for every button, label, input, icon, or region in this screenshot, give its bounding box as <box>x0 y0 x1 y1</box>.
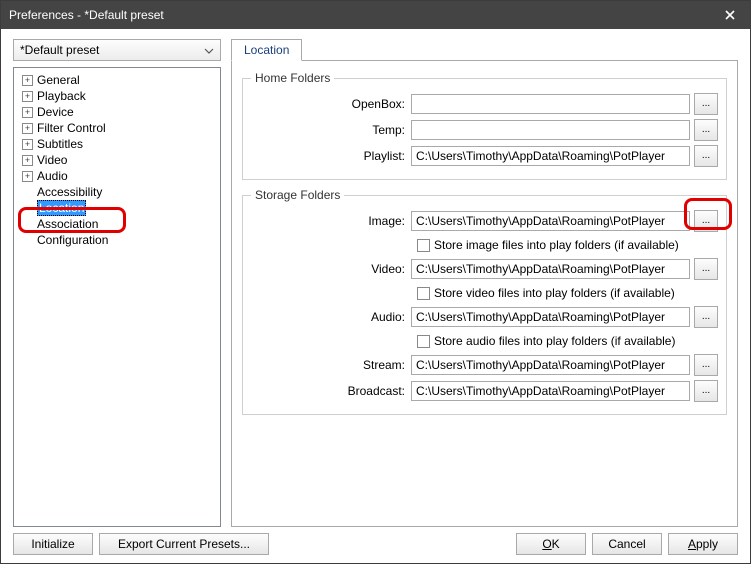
video-check-label: Store video files into play folders (if … <box>434 286 675 300</box>
audio-check-row[interactable]: Store audio files into play folders (if … <box>417 332 718 350</box>
right-column: Location Home Folders OpenBox: ... Temp: <box>231 39 738 527</box>
tree-label: Accessibility <box>37 185 102 199</box>
tree-label: Playback <box>37 89 86 103</box>
tree-item-configuration[interactable]: Configuration <box>16 232 218 248</box>
plus-icon[interactable]: + <box>22 123 33 134</box>
plus-icon[interactable]: + <box>22 139 33 150</box>
row-playlist: Playlist: C:\Users\Timothy\AppData\Roami… <box>251 145 718 167</box>
apply-button[interactable]: Apply <box>668 533 738 555</box>
tree-label: Location <box>37 200 86 216</box>
broadcast-browse-button[interactable]: ... <box>694 380 718 402</box>
image-check-label: Store image files into play folders (if … <box>434 238 679 252</box>
video-browse-button[interactable]: ... <box>694 258 718 280</box>
tree-label: Audio <box>37 169 68 183</box>
stream-label: Stream: <box>251 358 411 372</box>
storage-folders-group: Storage Folders Image: C:\Users\Timothy\… <box>242 188 727 415</box>
temp-browse-button[interactable]: ... <box>694 119 718 141</box>
audio-browse-button[interactable]: ... <box>694 306 718 328</box>
video-checkbox[interactable] <box>417 287 430 300</box>
tree-label: Video <box>37 153 67 167</box>
row-image: Image: C:\Users\Timothy\AppData\Roaming\… <box>251 210 718 232</box>
window-title: Preferences - *Default preset <box>9 8 716 22</box>
plus-icon[interactable]: + <box>22 171 33 182</box>
openbox-label: OpenBox: <box>251 97 411 111</box>
tree-label: Configuration <box>37 233 108 247</box>
openbox-input[interactable] <box>411 94 690 114</box>
tree-item-accessibility[interactable]: Accessibility <box>16 184 218 200</box>
tree-item-device[interactable]: + Device <box>16 104 218 120</box>
close-button[interactable] <box>716 4 744 26</box>
close-icon <box>725 10 735 20</box>
tree-label: Association <box>37 217 98 231</box>
audio-check-label: Store audio files into play folders (if … <box>434 334 675 348</box>
row-stream: Stream: C:\Users\Timothy\AppData\Roaming… <box>251 354 718 376</box>
tab-panel: Home Folders OpenBox: ... Temp: ... <box>231 60 738 527</box>
audio-input[interactable]: C:\Users\Timothy\AppData\Roaming\PotPlay… <box>411 307 690 327</box>
broadcast-label: Broadcast: <box>251 384 411 398</box>
preferences-window: Preferences - *Default preset *Default p… <box>0 0 751 564</box>
home-folders-legend: Home Folders <box>251 71 334 85</box>
tree-label: Filter Control <box>37 121 106 135</box>
ok-button[interactable]: OK <box>516 533 586 555</box>
video-input[interactable]: C:\Users\Timothy\AppData\Roaming\PotPlay… <box>411 259 690 279</box>
tree-label: Subtitles <box>37 137 83 151</box>
playlist-browse-button[interactable]: ... <box>694 145 718 167</box>
audio-checkbox[interactable] <box>417 335 430 348</box>
plus-icon[interactable]: + <box>22 155 33 166</box>
tabs: Location <box>231 39 738 61</box>
cancel-button[interactable]: Cancel <box>592 533 662 555</box>
tree-label: Device <box>37 105 74 119</box>
temp-label: Temp: <box>251 123 411 137</box>
tree-item-video[interactable]: + Video <box>16 152 218 168</box>
main-row: *Default preset + General + Playback + Devi… <box>13 39 738 527</box>
openbox-browse-button[interactable]: ... <box>694 93 718 115</box>
image-browse-button[interactable]: ... <box>694 210 718 232</box>
row-audio: Audio: C:\Users\Timothy\AppData\Roaming\… <box>251 306 718 328</box>
left-column: *Default preset + General + Playback + Devi… <box>13 39 221 527</box>
tree-label: General <box>37 73 80 87</box>
chevron-down-icon <box>204 43 214 57</box>
tree-item-audio[interactable]: + Audio <box>16 168 218 184</box>
row-temp: Temp: ... <box>251 119 718 141</box>
video-check-row[interactable]: Store video files into play folders (if … <box>417 284 718 302</box>
export-presets-button[interactable]: Export Current Presets... <box>99 533 269 555</box>
row-broadcast: Broadcast: C:\Users\Timothy\AppData\Roam… <box>251 380 718 402</box>
category-tree[interactable]: + General + Playback + Device + Filter Contr… <box>13 67 221 527</box>
audio-label: Audio: <box>251 310 411 324</box>
playlist-input[interactable]: C:\Users\Timothy\AppData\Roaming\PotPlay… <box>411 146 690 166</box>
tree-item-association[interactable]: Association <box>16 216 218 232</box>
tree-item-playback[interactable]: + Playback <box>16 88 218 104</box>
plus-icon[interactable]: + <box>22 75 33 86</box>
playlist-label: Playlist: <box>251 149 411 163</box>
image-input[interactable]: C:\Users\Timothy\AppData\Roaming\PotPlay… <box>411 211 690 231</box>
image-check-row[interactable]: Store image files into play folders (if … <box>417 236 718 254</box>
stream-browse-button[interactable]: ... <box>694 354 718 376</box>
video-label: Video: <box>251 262 411 276</box>
tree-item-filter-control[interactable]: + Filter Control <box>16 120 218 136</box>
image-label: Image: <box>251 214 411 228</box>
storage-folders-legend: Storage Folders <box>251 188 344 202</box>
initialize-button[interactable]: Initialize <box>13 533 93 555</box>
titlebar: Preferences - *Default preset <box>1 1 750 29</box>
image-checkbox[interactable] <box>417 239 430 252</box>
tab-location[interactable]: Location <box>231 39 302 61</box>
stream-input[interactable]: C:\Users\Timothy\AppData\Roaming\PotPlay… <box>411 355 690 375</box>
tree-item-location[interactable]: Location <box>16 200 218 216</box>
content-area: *Default preset + General + Playback + Devi… <box>1 29 750 563</box>
preset-value: *Default preset <box>20 43 99 57</box>
home-folders-group: Home Folders OpenBox: ... Temp: ... <box>242 71 727 180</box>
broadcast-input[interactable]: C:\Users\Timothy\AppData\Roaming\PotPlay… <box>411 381 690 401</box>
bottom-bar: Initialize Export Current Presets... OK … <box>13 527 738 555</box>
temp-input[interactable] <box>411 120 690 140</box>
plus-icon[interactable]: + <box>22 107 33 118</box>
row-video: Video: C:\Users\Timothy\AppData\Roaming\… <box>251 258 718 280</box>
plus-icon[interactable]: + <box>22 91 33 102</box>
tree-item-subtitles[interactable]: + Subtitles <box>16 136 218 152</box>
tree-item-general[interactable]: + General <box>16 72 218 88</box>
preset-select[interactable]: *Default preset <box>13 39 221 61</box>
row-openbox: OpenBox: ... <box>251 93 718 115</box>
